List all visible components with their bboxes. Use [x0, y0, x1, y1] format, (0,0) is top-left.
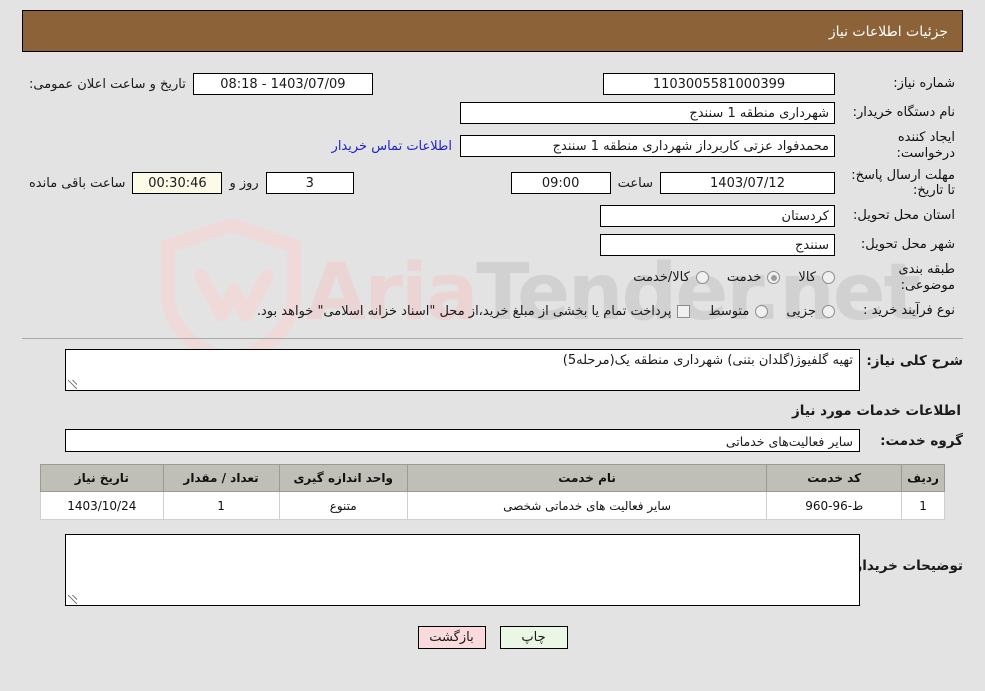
deadline-label: مهلت ارسال پاسخ: تا تاریخ: — [851, 167, 955, 199]
remaining-suffix-label: ساعت باقی مانده — [29, 175, 126, 191]
radio-process-minor[interactable] — [822, 304, 835, 318]
column-header-name: نام خدمت — [406, 464, 768, 493]
page-title: جزئیات اطلاعات نیاز — [22, 10, 963, 52]
cell-need-date: 1403/10/24 — [40, 491, 164, 521]
buyer-notes-label: توضیحات خریدار: — [849, 558, 963, 575]
radio-category-goods[interactable] — [822, 271, 835, 285]
buyer-org-field: شهرداری منطقه 1 سنندج — [460, 102, 835, 124]
row-buyer-notes: توضیحات خریدار: — [22, 534, 963, 607]
radio-process-medium-label: متوسط — [708, 303, 750, 319]
footer-button-bar: بازگشت چاپ — [22, 626, 963, 659]
row-city: شهر محل تحویل: سنندج — [22, 233, 963, 257]
service-group-label: گروه خدمت: — [880, 432, 963, 449]
city-label: شهر محل تحویل: — [860, 236, 955, 252]
creator-label: ایجاد کننده درخواست: — [896, 130, 955, 162]
services-table: ردیف کد خدمت نام خدمت واحد اندازه گیری ت… — [40, 464, 945, 521]
deadline-date-field: 1403/07/12 — [660, 172, 835, 195]
buyer-org-label: نام دستگاه خریدار: — [852, 104, 955, 120]
cell-unit: متنوع — [278, 491, 408, 521]
service-group-field: سایر فعالیت‌های خدماتی — [65, 429, 860, 453]
row-need-description: شرح کلی نیاز: تهیه گلفیوژ(گلدان بتنی) شه… — [22, 349, 963, 392]
row-purchase-process: نوع فرآیند خرید : جزیی متوسط پرداخت تمام… — [22, 299, 963, 323]
table-header-row: ردیف کد خدمت نام خدمت واحد اندازه گیری ت… — [40, 464, 945, 493]
cell-code: ط-96-960 — [766, 491, 903, 521]
cell-index: 1 — [901, 491, 945, 521]
checkbox-islamic-treasury-label: پرداخت تمام یا بخشی از مبلغ خرید،از محل … — [256, 303, 672, 319]
column-header-index: ردیف — [901, 464, 945, 493]
row-province: استان محل تحویل: کردستان — [22, 204, 963, 228]
buyer-contact-link[interactable]: اطلاعات تماس خریدار — [324, 139, 460, 154]
cell-quantity: 1 — [162, 491, 280, 521]
city-field: سنندج — [600, 233, 835, 256]
province-field: کردستان — [600, 204, 835, 227]
need-number-label: شماره نیاز: — [893, 75, 955, 91]
services-section-heading: اطلاعات خدمات مورد نیاز — [791, 403, 961, 420]
remaining-days-field: 3 — [265, 172, 354, 195]
radio-category-goods-service[interactable] — [695, 271, 709, 285]
radio-category-service[interactable] — [767, 271, 781, 285]
need-desc-label: شرح کلی نیاز: — [866, 353, 963, 370]
public-announce-label: تاریخ و ساعت اعلان عمومی: — [29, 76, 186, 92]
radio-category-goods-service-label: کالا/خدمت — [633, 270, 690, 286]
row-category: طبقه بندی موضوعی: کالا خدمت کالا/خدمت — [22, 262, 963, 295]
public-announce-field: 08:18 - 1403/07/09 — [192, 73, 373, 95]
column-header-quantity: تعداد / مقدار — [162, 464, 280, 493]
print-button[interactable]: چاپ — [499, 626, 568, 650]
radio-process-minor-label: جزیی — [786, 303, 816, 319]
need-number-field: 1103005581000399 — [603, 73, 835, 95]
buyer-notes-textarea[interactable] — [65, 534, 860, 607]
table-row: 1 ط-96-960 سایر فعالیت های خدماتی شخصی م… — [40, 491, 945, 521]
row-request-creator: ایجاد کننده درخواست: محمدفواد عزتی کاربر… — [22, 130, 963, 163]
need-desc-textarea[interactable]: تهیه گلفیوژ(گلدان بتنی) شهرداری منطقه یک… — [65, 349, 860, 392]
cell-name: سایر فعالیت های خدماتی شخصی — [406, 491, 768, 521]
radio-process-medium[interactable] — [755, 304, 769, 318]
radio-category-service-label: خدمت — [726, 270, 762, 286]
radio-category-goods-label: کالا — [798, 270, 816, 286]
need-details-panel: شرح کلی نیاز: تهیه گلفیوژ(گلدان بتنی) شه… — [22, 339, 963, 612]
process-label: نوع فرآیند خرید : — [863, 303, 955, 319]
row-deadline: مهلت ارسال پاسخ: تا تاریخ: 1403/07/12 سا… — [22, 168, 963, 199]
back-button[interactable]: بازگشت — [417, 626, 486, 650]
column-header-unit: واحد اندازه گیری — [278, 464, 408, 493]
days-and-label: روز و — [229, 175, 259, 191]
row-buyer-org: نام دستگاه خریدار: شهرداری منطقه 1 سنندج — [22, 101, 963, 125]
column-header-code: کد خدمت — [766, 464, 903, 493]
column-header-need-date: تاریخ نیاز — [40, 464, 164, 493]
category-label: طبقه بندی موضوعی: — [898, 261, 956, 293]
remaining-countdown-field: 00:30:46 — [132, 172, 223, 195]
province-label: استان محل تحویل: — [853, 207, 955, 223]
row-need-number: شماره نیاز: 1103005581000399 08:18 - 140… — [22, 72, 963, 96]
deadline-time-field: 09:00 — [510, 172, 611, 195]
deadline-hour-label: ساعت — [617, 175, 653, 191]
checkbox-islamic-treasury[interactable] — [677, 304, 691, 318]
creator-field: محمدفواد عزتی کاربرداز شهرداری منطقه 1 س… — [460, 135, 835, 158]
need-info-panel: شماره نیاز: 1103005581000399 08:18 - 140… — [22, 64, 963, 340]
row-service-group: گروه خدمت: سایر فعالیت‌های خدماتی — [22, 429, 963, 453]
